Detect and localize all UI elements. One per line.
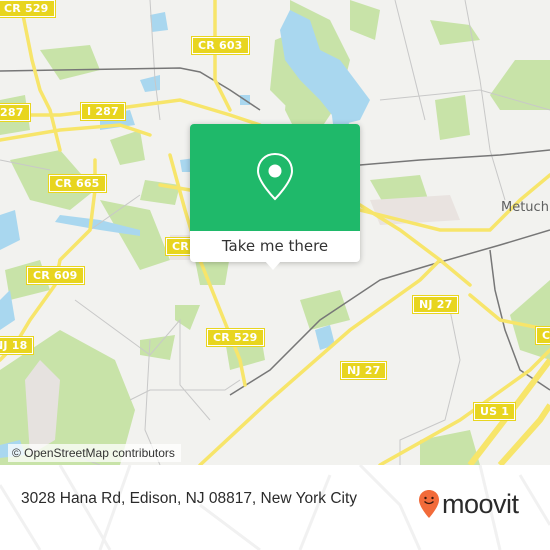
take-me-there-button[interactable]: Take me there	[190, 231, 360, 262]
road-shield-cr-right: C	[534, 326, 550, 345]
road-shield-cr603: CR 603	[191, 36, 250, 55]
road-shield-i287: I 287	[80, 102, 126, 121]
popup-header	[190, 124, 360, 231]
road-shield-cr665: CR 665	[48, 174, 107, 193]
popup-pointer	[264, 260, 282, 270]
road-shield-i287-left: 287	[0, 103, 31, 122]
address-text: 3028 Hana Rd, Edison, NJ 08817, New York…	[21, 490, 358, 507]
road-shield-nj27-lower: NJ 27	[339, 361, 388, 380]
road-shield-nj18: NJ 18	[0, 336, 35, 355]
map-canvas[interactable]: CR 529 CR 603 287 I 287 CR 665 CR CR 609…	[0, 0, 550, 465]
map-pin-icon	[256, 152, 294, 201]
map-attribution[interactable]: © OpenStreetMap contributors	[8, 444, 181, 462]
road-shield-us1: US 1	[472, 402, 517, 421]
road-shield-cr529-top: CR 529	[0, 0, 56, 18]
moovit-logo[interactable]: moovit	[418, 486, 519, 522]
footer-bar: 3028 Hana Rd, Edison, NJ 08817, New York…	[0, 465, 550, 550]
moovit-wordmark: moovit	[442, 489, 519, 519]
moovit-smiley-pin-icon	[419, 490, 439, 518]
road-shield-nj27-upper: NJ 27	[411, 295, 460, 314]
road-shield-cr609: CR 609	[26, 266, 85, 285]
road-shield-cr529-mid: CR 529	[206, 328, 265, 347]
location-popup[interactable]: Take me there	[190, 124, 360, 270]
place-label-metuchen: Metuch	[501, 200, 549, 215]
